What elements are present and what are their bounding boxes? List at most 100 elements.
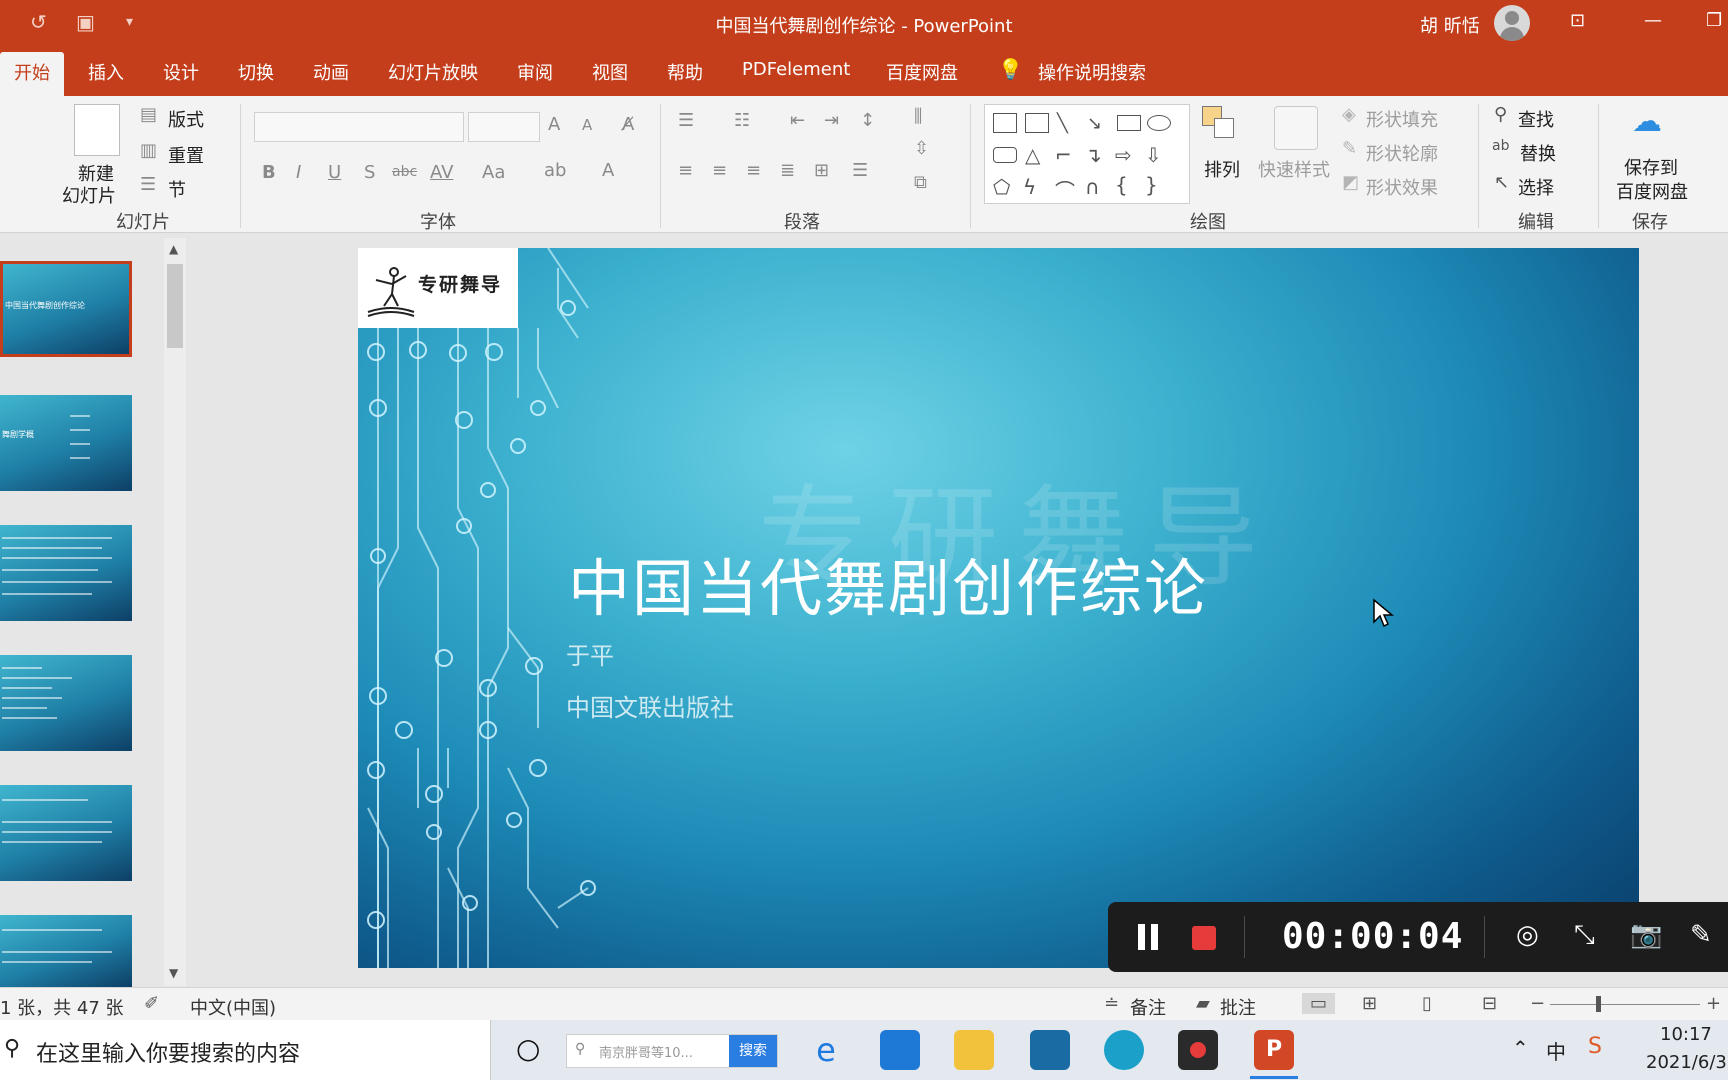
- tab-insert[interactable]: 插入: [88, 59, 124, 85]
- language-status[interactable]: 中文(中国): [190, 994, 276, 1020]
- shadow-button[interactable]: S: [364, 162, 375, 183]
- ime-indicator[interactable]: 中: [1546, 1036, 1566, 1065]
- sogou-ime-icon[interactable]: S: [1588, 1034, 1602, 1059]
- zoom-in-icon[interactable]: +: [1706, 993, 1721, 1014]
- font-color-icon[interactable]: A: [602, 160, 614, 181]
- bullets-icon[interactable]: ☰: [678, 110, 694, 131]
- shape-fill-button[interactable]: 形状填充: [1366, 106, 1438, 132]
- edge-browser-icon[interactable]: [1104, 1030, 1144, 1070]
- numbering-icon[interactable]: ☷: [734, 110, 750, 131]
- slide-thumbnail-4[interactable]: [0, 655, 132, 751]
- freeform-shape-icon[interactable]: ⬠: [993, 175, 1015, 199]
- baidu-netdisk-label[interactable]: 百度网盘: [1616, 178, 1688, 204]
- tab-baidu[interactable]: 百度网盘: [886, 59, 958, 85]
- tray-chevron-icon[interactable]: ⌃: [1512, 1036, 1529, 1060]
- bold-button[interactable]: B: [262, 162, 276, 183]
- scroll-up-icon[interactable]: ▲: [169, 242, 178, 256]
- clock-date[interactable]: 2021/6/3: [1646, 1052, 1727, 1073]
- text-direction-icon[interactable]: ⫼: [914, 106, 922, 127]
- slide-thumbnail-6[interactable]: [0, 915, 132, 987]
- reading-view-icon[interactable]: ▯: [1422, 993, 1432, 1014]
- slide-sorter-icon[interactable]: ⊞: [1362, 993, 1377, 1014]
- accessibility-icon[interactable]: ✐: [144, 993, 159, 1014]
- shape-outline-button[interactable]: 形状轮廓: [1366, 140, 1438, 166]
- comments-button[interactable]: 批注: [1220, 994, 1256, 1020]
- ribbon-display-icon[interactable]: ⊡: [1570, 10, 1585, 31]
- save-to-label[interactable]: 保存到: [1624, 154, 1678, 180]
- font-size-select[interactable]: [468, 112, 540, 142]
- shrink-font-icon[interactable]: A: [582, 116, 592, 134]
- font-name-select[interactable]: [254, 112, 464, 142]
- clock-time[interactable]: 10:17: [1660, 1024, 1712, 1045]
- tab-transitions[interactable]: 切换: [238, 59, 274, 85]
- right-arrow-shape-icon[interactable]: ⇨: [1115, 143, 1137, 167]
- grow-font-icon[interactable]: A: [548, 114, 560, 135]
- down-arrow-shape-icon[interactable]: ⇩: [1145, 143, 1167, 167]
- notes-button[interactable]: 备注: [1130, 994, 1166, 1020]
- taskbar-search-box[interactable]: ⚲ 在这里输入你要搜索的内容: [0, 1020, 491, 1080]
- smartart-icon[interactable]: ⧉: [914, 172, 927, 193]
- elbow-arrow-icon[interactable]: ↴: [1085, 143, 1107, 167]
- oval-shape-icon[interactable]: [1147, 115, 1171, 131]
- stop-record-icon[interactable]: [1192, 926, 1216, 950]
- screenshot-icon[interactable]: 📷: [1630, 920, 1662, 950]
- tab-view[interactable]: 视图: [592, 59, 628, 85]
- baidu-cloud-icon[interactable]: ☁: [1632, 104, 1662, 139]
- rounded-rect-shape-icon[interactable]: [993, 147, 1017, 163]
- tab-pdfelement[interactable]: PDFelement: [742, 59, 850, 80]
- section-button[interactable]: 节: [168, 176, 186, 202]
- align-right-icon[interactable]: ≡: [746, 160, 761, 181]
- slide-title[interactable]: 中国当代舞剧创作综论: [568, 538, 1208, 628]
- screen-recorder-app-icon[interactable]: [1178, 1030, 1218, 1070]
- select-button[interactable]: 选择: [1518, 174, 1554, 200]
- slideshow-view-icon[interactable]: ⊟: [1482, 993, 1497, 1014]
- right-brace-shape-icon[interactable]: }: [1145, 173, 1167, 197]
- highlight-icon[interactable]: ab: [544, 160, 566, 181]
- tab-design[interactable]: 设计: [163, 59, 199, 85]
- shapes-gallery[interactable]: ╲ ↘ △ ⌐ ↴ ⇨ ⇩ ⬠ ϟ ⌒ ∩ { }: [984, 104, 1190, 204]
- tab-animations[interactable]: 动画: [313, 59, 349, 85]
- new-slide-label2[interactable]: 幻灯片: [62, 182, 116, 208]
- file-explorer-icon[interactable]: [954, 1030, 994, 1070]
- line-shape-icon[interactable]: ╲: [1057, 113, 1079, 134]
- avatar[interactable]: [1494, 5, 1530, 41]
- scrollbar-thumb[interactable]: [167, 264, 183, 348]
- rectangle-shape-icon[interactable]: [1117, 115, 1141, 131]
- zoom-slider[interactable]: [1550, 1004, 1700, 1005]
- elbow-connector-icon[interactable]: ⌐: [1055, 143, 1077, 167]
- cortana-icon[interactable]: ○: [516, 1032, 540, 1065]
- ie-browser-icon[interactable]: e: [806, 1030, 846, 1070]
- news-search-button[interactable]: 搜索: [729, 1035, 777, 1067]
- left-brace-shape-icon[interactable]: {: [1115, 173, 1137, 197]
- restore-icon[interactable]: ❐: [1706, 10, 1722, 31]
- new-slide-icon[interactable]: [74, 104, 120, 156]
- curve-shape-icon[interactable]: ∩: [1085, 175, 1107, 199]
- slide-canvas[interactable]: 专研舞导 专研舞导 中国当代舞剧创作综论 于平 中国文联出版社: [358, 248, 1639, 968]
- find-button[interactable]: 查找: [1518, 106, 1554, 132]
- vertical-textbox-shape-icon[interactable]: [1025, 113, 1049, 133]
- normal-view-icon[interactable]: ▭: [1302, 993, 1336, 1014]
- zoom-out-icon[interactable]: −: [1530, 993, 1545, 1014]
- lightning-shape-icon[interactable]: ϟ: [1023, 175, 1045, 199]
- arrow-line-shape-icon[interactable]: ↘: [1087, 113, 1109, 134]
- char-spacing-button[interactable]: AV: [430, 162, 453, 183]
- scroll-down-icon[interactable]: ▼: [169, 966, 178, 980]
- slide-author[interactable]: 于平: [566, 636, 614, 671]
- zoom-slider-thumb[interactable]: [1596, 996, 1601, 1012]
- slide-thumbnail-3[interactable]: [0, 525, 132, 621]
- thumbnails-scrollbar[interactable]: ▲ ▼: [164, 238, 186, 986]
- decrease-indent-icon[interactable]: ⇤: [790, 110, 805, 131]
- minimize-icon[interactable]: —: [1644, 10, 1662, 31]
- shape-effects-button[interactable]: 形状效果: [1366, 174, 1438, 200]
- increase-indent-icon[interactable]: ⇥: [824, 110, 839, 131]
- italic-button[interactable]: I: [296, 162, 301, 183]
- news-search-widget[interactable]: ⚲ 南京胖哥等10... 搜索: [566, 1034, 778, 1068]
- arrange-button[interactable]: 排列: [1204, 156, 1240, 182]
- line-spacing-icon[interactable]: ↕: [860, 110, 875, 131]
- arrange-icon[interactable]: [1202, 106, 1238, 142]
- slide-publisher[interactable]: 中国文联出版社: [566, 688, 734, 723]
- justify-icon[interactable]: ≣: [780, 160, 795, 181]
- mail-icon[interactable]: [880, 1030, 920, 1070]
- user-name[interactable]: 胡 昕恬: [1420, 12, 1480, 38]
- layout-button[interactable]: 版式: [168, 106, 204, 132]
